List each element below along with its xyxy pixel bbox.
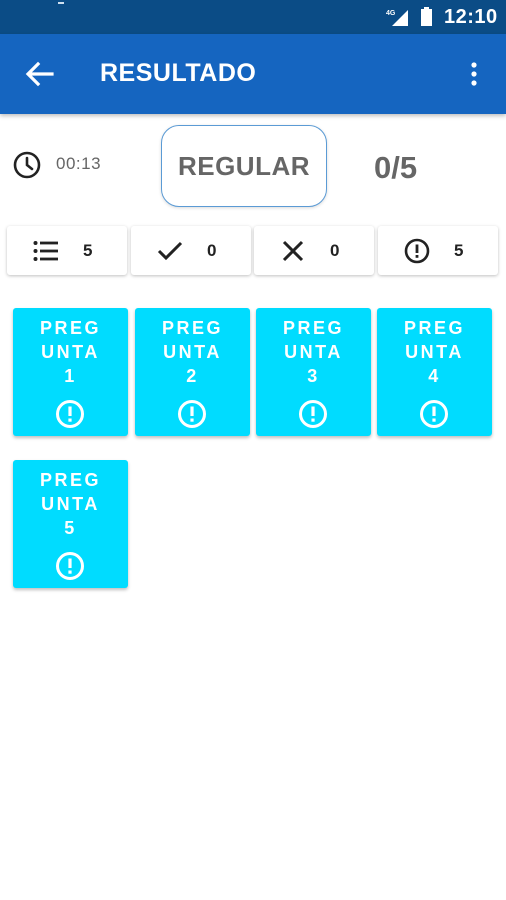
question-card-3[interactable]: PREG UNTA 3	[256, 308, 371, 436]
notification-indicator	[58, 2, 64, 4]
battery-icon	[421, 7, 432, 26]
stat-correct-value: 0	[207, 241, 217, 260]
elapsed-time: 00:13	[56, 154, 102, 173]
page-title: RESULTADO	[100, 59, 257, 87]
question-card-4[interactable]: PREG UNTA 4	[377, 308, 492, 436]
question-label: PREG UNTA 2	[161, 318, 223, 386]
stat-total-value: 5	[83, 241, 93, 260]
arrow-back-icon[interactable]	[24, 60, 54, 88]
question-label: PREG UNTA 5	[39, 470, 101, 538]
status-time: 12:10	[444, 6, 498, 28]
clock-icon	[13, 151, 41, 179]
question-card-5[interactable]: PREG UNTA 5	[13, 460, 128, 588]
stat-wrong: 0	[254, 226, 374, 275]
stat-unanswered-value: 5	[454, 241, 464, 260]
question-label: PREG UNTA 3	[282, 318, 344, 386]
alert-circle-icon	[420, 400, 448, 428]
alert-circle-icon	[299, 400, 327, 428]
alert-circle-icon	[404, 238, 430, 264]
score-value: 0/5	[374, 150, 418, 185]
question-label: PREG UNTA 1	[39, 318, 101, 386]
grade-badge: REGULAR	[161, 125, 327, 207]
status-bar: 4G 12:10	[0, 0, 506, 34]
alert-circle-icon	[56, 552, 84, 580]
check-icon	[157, 241, 183, 261]
more-vert-icon[interactable]	[462, 60, 486, 88]
question-card-2[interactable]: PREG UNTA 2	[135, 308, 250, 436]
stat-wrong-value: 0	[330, 241, 340, 260]
stat-total: 5	[7, 226, 127, 275]
close-icon	[282, 240, 304, 262]
list-icon	[33, 241, 58, 261]
question-label: PREG UNTA 4	[403, 318, 465, 386]
stat-unanswered: 5	[378, 226, 498, 275]
svg-text:4G: 4G	[386, 10, 396, 17]
question-card-1[interactable]: PREG UNTA 1	[13, 308, 128, 436]
alert-circle-icon	[178, 400, 206, 428]
app-bar: RESULTADO	[0, 34, 506, 114]
stat-correct: 0	[131, 226, 251, 275]
signal-icon: 4G	[386, 10, 408, 26]
alert-circle-icon	[56, 400, 84, 428]
